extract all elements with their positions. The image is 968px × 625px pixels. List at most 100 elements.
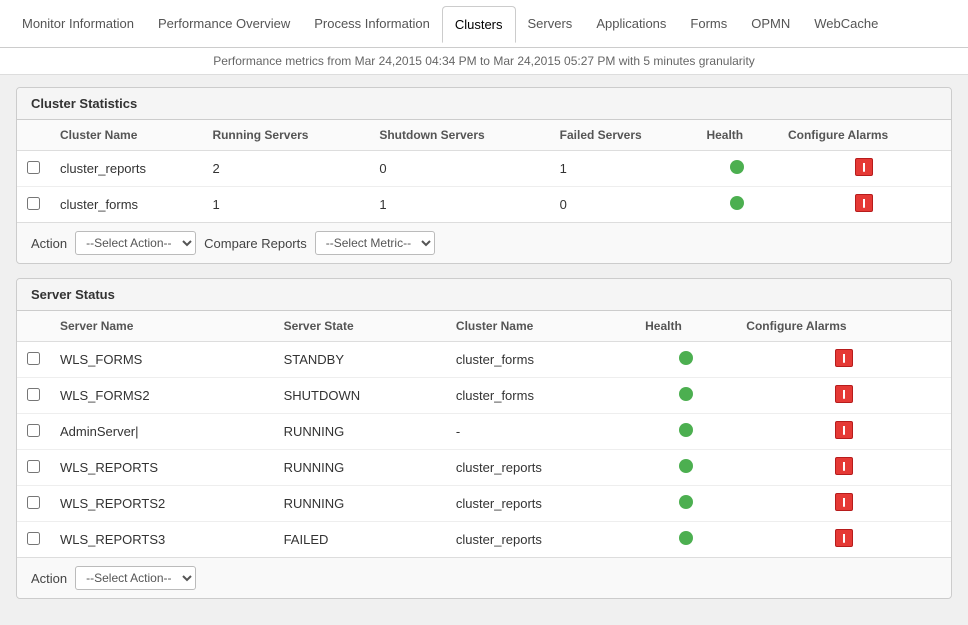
server-row-3-name: WLS_REPORTS [50,450,274,486]
cluster-row-1-checkbox[interactable] [27,197,40,210]
cluster-row-1-name: cluster_forms [50,187,202,223]
cluster-row-0-name: cluster_reports [50,151,202,187]
cluster-row-0-running: 2 [202,151,369,187]
server-row-0-cluster: cluster_forms [446,342,635,378]
subtitle-bar: Performance metrics from Mar 24,2015 04:… [0,48,968,75]
server-action-bar: Action --Select Action-- [17,557,951,598]
table-row: WLS_FORMS2 SHUTDOWN cluster_forms [17,378,951,414]
table-row: AdminServer| RUNNING - [17,414,951,450]
server-row-1-checkbox[interactable] [27,388,40,401]
server-row-3-cluster: cluster_reports [446,450,635,486]
server-action-label: Action [31,571,67,586]
server-row-4-cluster: cluster_reports [446,486,635,522]
server-row-2-name: AdminServer| [50,414,274,450]
nav-item-process-information[interactable]: Process Information [302,2,442,45]
server-row-5-health-dot [679,531,693,545]
cluster-row-0-checkbox[interactable] [27,161,40,174]
nav-item-applications[interactable]: Applications [584,2,678,45]
cluster-action-bar: Action --Select Action-- Compare Reports… [17,222,951,263]
server-panel-header: Server Status [17,279,951,311]
cluster-col-alarms: Configure Alarms [778,120,951,151]
server-row-1-health-dot [679,387,693,401]
server-col-cluster: Cluster Name [446,311,635,342]
cluster-panel-header: Cluster Statistics [17,88,951,120]
nav-item-webcache[interactable]: WebCache [802,2,890,45]
cluster-col-check [17,120,50,151]
nav-item-opmn[interactable]: OPMN [739,2,802,45]
server-row-1-cluster: cluster_forms [446,378,635,414]
cluster-col-shutdown: Shutdown Servers [369,120,549,151]
nav-item-forms[interactable]: Forms [678,2,739,45]
nav-item-clusters[interactable]: Clusters [442,6,516,43]
server-table: Server Name Server State Cluster Name He… [17,311,951,557]
nav-item-performance-overview[interactable]: Performance Overview [146,2,302,45]
server-row-4-health-dot [679,495,693,509]
server-col-health: Health [635,311,736,342]
cluster-col-running: Running Servers [202,120,369,151]
server-row-5-state: FAILED [274,522,446,558]
server-row-0-checkbox[interactable] [27,352,40,365]
table-row: WLS_FORMS STANDBY cluster_forms [17,342,951,378]
server-row-2-checkbox[interactable] [27,424,40,437]
server-row-3-state: RUNNING [274,450,446,486]
server-row-1-state: SHUTDOWN [274,378,446,414]
server-row-1-name: WLS_FORMS2 [50,378,274,414]
nav-item-monitor-information[interactable]: Monitor Information [10,2,146,45]
server-row-4-checkbox[interactable] [27,496,40,509]
cluster-metric-select[interactable]: --Select Metric-- [315,231,435,255]
server-col-name: Server Name [50,311,274,342]
cluster-col-health: Health [696,120,778,151]
server-col-state: Server State [274,311,446,342]
server-row-4-alarm-icon[interactable] [835,493,853,511]
nav-item-servers[interactable]: Servers [516,2,585,45]
table-row: WLS_REPORTS3 FAILED cluster_reports [17,522,951,558]
server-status-panel: Server Status Server Name Server State C… [16,278,952,599]
server-row-1-alarm-icon[interactable] [835,385,853,403]
cluster-table: Cluster Name Running Servers Shutdown Se… [17,120,951,222]
server-row-5-alarm-icon[interactable] [835,529,853,547]
cluster-row-1-failed: 0 [550,187,697,223]
cluster-row-0-shutdown: 0 [369,151,549,187]
cluster-row-0-alarm-icon[interactable] [855,158,873,176]
cluster-row-1-alarm-icon[interactable] [855,194,873,212]
cluster-table-header-row: Cluster Name Running Servers Shutdown Se… [17,120,951,151]
subtitle-text: Performance metrics from Mar 24,2015 04:… [213,54,755,68]
cluster-row-1-health-dot [730,196,744,210]
cluster-action-select[interactable]: --Select Action-- [75,231,196,255]
server-row-5-cluster: cluster_reports [446,522,635,558]
table-row: cluster_reports 2 0 1 [17,151,951,187]
cluster-col-name: Cluster Name [50,120,202,151]
table-row: cluster_forms 1 1 0 [17,187,951,223]
server-row-3-checkbox[interactable] [27,460,40,473]
cluster-statistics-panel: Cluster Statistics Cluster Name Running … [16,87,952,264]
table-row: WLS_REPORTS RUNNING cluster_reports [17,450,951,486]
top-navigation: Monitor Information Performance Overview… [0,0,968,48]
server-row-5-checkbox[interactable] [27,532,40,545]
server-row-2-cluster: - [446,414,635,450]
server-row-0-health-dot [679,351,693,365]
cluster-row-1-running: 1 [202,187,369,223]
server-col-check [17,311,50,342]
server-row-0-state: STANDBY [274,342,446,378]
server-row-3-health-dot [679,459,693,473]
server-row-0-name: WLS_FORMS [50,342,274,378]
server-row-2-health-dot [679,423,693,437]
server-row-4-state: RUNNING [274,486,446,522]
server-row-5-name: WLS_REPORTS3 [50,522,274,558]
cluster-row-0-failed: 1 [550,151,697,187]
server-row-2-state: RUNNING [274,414,446,450]
table-row: WLS_REPORTS2 RUNNING cluster_reports [17,486,951,522]
server-row-2-alarm-icon[interactable] [835,421,853,439]
server-row-4-name: WLS_REPORTS2 [50,486,274,522]
server-action-select[interactable]: --Select Action-- [75,566,196,590]
server-row-0-alarm-icon[interactable] [835,349,853,367]
cluster-action-label: Action [31,236,67,251]
server-table-header-row: Server Name Server State Cluster Name He… [17,311,951,342]
server-col-alarms: Configure Alarms [736,311,951,342]
cluster-row-0-health-dot [730,160,744,174]
cluster-col-failed: Failed Servers [550,120,697,151]
cluster-row-1-shutdown: 1 [369,187,549,223]
main-content: Cluster Statistics Cluster Name Running … [0,75,968,625]
cluster-compare-label: Compare Reports [204,236,307,251]
server-row-3-alarm-icon[interactable] [835,457,853,475]
